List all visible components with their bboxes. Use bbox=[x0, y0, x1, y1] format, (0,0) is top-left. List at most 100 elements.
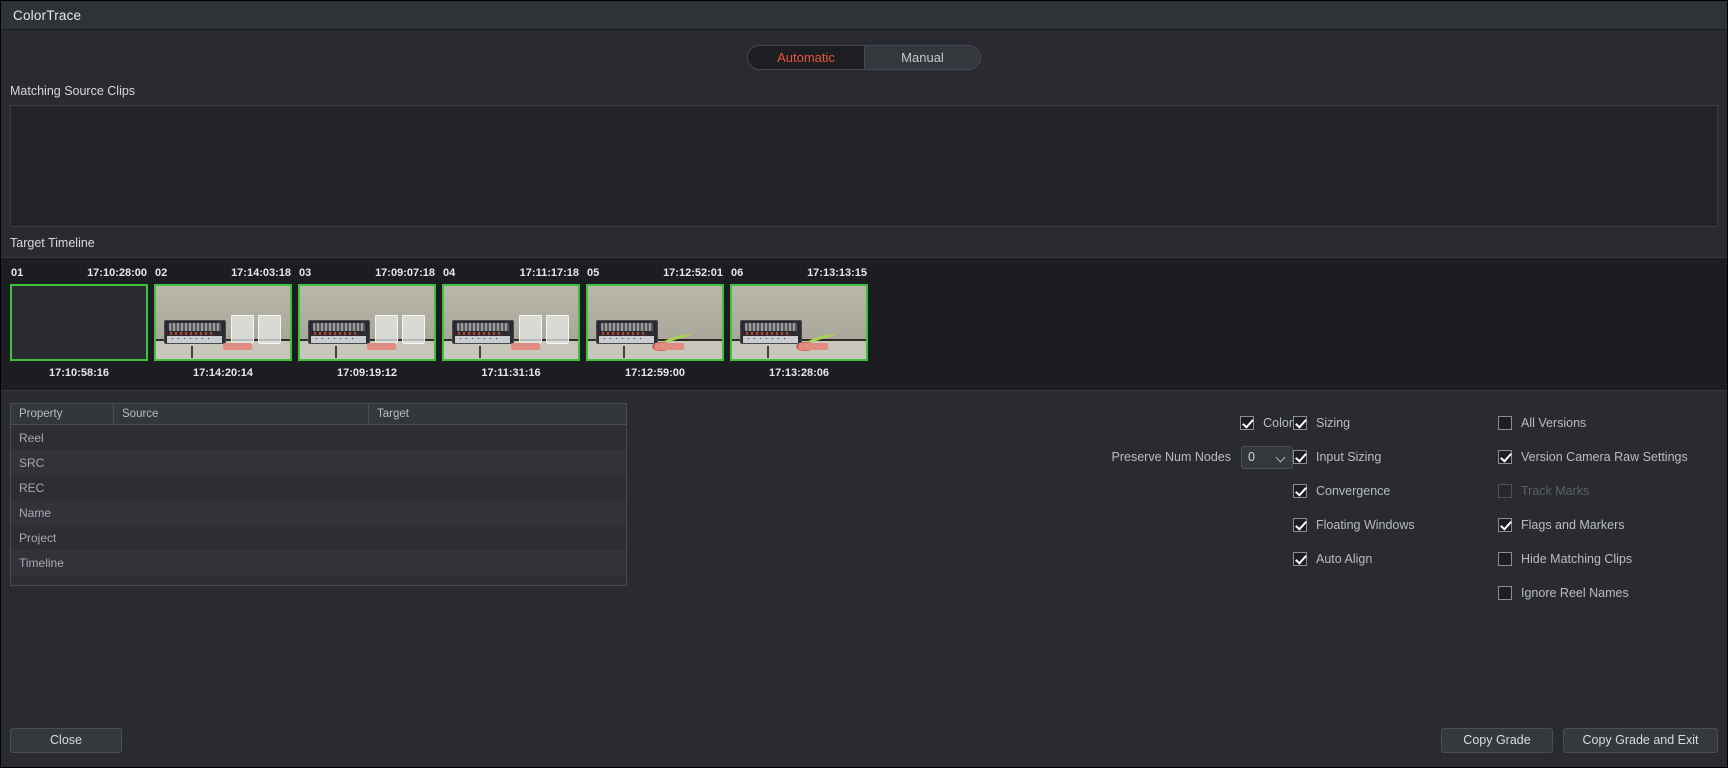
checkbox-version-camera-raw-settings[interactable] bbox=[1498, 450, 1512, 464]
timeline-clip[interactable]: 03 17:09:07:18 17:09:19:12 bbox=[298, 267, 436, 390]
table-cell-property: Timeline bbox=[19, 555, 64, 570]
checkbox-row[interactable]: Version Camera Raw Settings bbox=[1498, 440, 1708, 474]
lower-area: Property Source Target Reel SRC REC Name Pro… bbox=[1, 391, 1727, 713]
clip-timecode-row: 06 17:13:13:15 bbox=[730, 267, 868, 279]
checkbox-label-ignore-reel-names: Ignore Reel Names bbox=[1521, 586, 1629, 600]
checkbox-input-sizing[interactable] bbox=[1293, 450, 1307, 464]
table-cell-property: Name bbox=[19, 505, 52, 520]
clip-timecode-out: 17:10:58:16 bbox=[49, 367, 109, 379]
clip-timecode-out: 17:11:31:16 bbox=[481, 367, 541, 379]
clip-timecode-in: 17:10:28:00 bbox=[87, 267, 147, 279]
checkbox-label-auto-align: Auto Align bbox=[1316, 552, 1373, 566]
checkbox-flags-and-markers[interactable] bbox=[1498, 518, 1512, 532]
copy-grade-button[interactable]: Copy Grade bbox=[1441, 727, 1553, 753]
preserve-num-nodes-row: Preserve Num Nodes 0 bbox=[1112, 440, 1293, 474]
checkbox-row[interactable]: Auto Align bbox=[1293, 542, 1498, 576]
table-row[interactable]: Name bbox=[11, 500, 626, 525]
timeline-clip[interactable]: 02 17:14:03:18 17:14:20:14 bbox=[154, 267, 292, 390]
checkbox-row[interactable]: Sizing bbox=[1293, 406, 1498, 440]
timeline-clip[interactable]: 01 17:10:28:00 17:10:58:16 bbox=[10, 267, 148, 390]
clip-thumbnail-image bbox=[444, 286, 578, 359]
table-cell-property: Project bbox=[19, 530, 57, 545]
preserve-num-nodes-select[interactable]: 0 bbox=[1241, 445, 1293, 469]
copy-grade-and-exit-button[interactable]: Copy Grade and Exit bbox=[1563, 727, 1718, 753]
clip-timecode-in: 17:09:07:18 bbox=[375, 267, 435, 279]
column-header-property: Property bbox=[11, 404, 114, 424]
clip-thumbnail[interactable] bbox=[298, 284, 436, 361]
target-timeline-strip[interactable]: 01 17:10:28:00 17:10:58:16 02 17:14:03:18 17:… bbox=[1, 257, 1727, 391]
clip-thumbnail[interactable] bbox=[154, 284, 292, 361]
checkbox-color[interactable] bbox=[1240, 416, 1255, 430]
checkbox-label-track-marks: Track Marks bbox=[1521, 484, 1590, 498]
checkbox-row[interactable]: Floating Windows bbox=[1293, 508, 1498, 542]
checkbox-row[interactable]: Convergence bbox=[1293, 474, 1498, 508]
clip-timecode-row: 03 17:09:07:18 bbox=[298, 267, 436, 279]
timeline-clip[interactable]: 06 17:13:13:15 17:13:28:06 bbox=[730, 267, 868, 390]
clip-thumbnail[interactable] bbox=[10, 284, 148, 361]
clip-index: 02 bbox=[155, 267, 168, 279]
checkbox-track-marks bbox=[1498, 484, 1512, 498]
matching-source-clips-panel[interactable] bbox=[10, 105, 1718, 227]
table-row[interactable]: SRC bbox=[11, 450, 626, 475]
checkbox-floating-windows[interactable] bbox=[1293, 518, 1307, 532]
clip-thumbnail-empty bbox=[12, 286, 146, 359]
checkbox-sizing[interactable] bbox=[1293, 416, 1307, 430]
checkbox-label-all-versions: All Versions bbox=[1521, 416, 1587, 430]
clip-timecode-in: 17:14:03:18 bbox=[231, 267, 291, 279]
clip-thumbnail-image bbox=[588, 286, 722, 359]
options-column-left: Color Preserve Num Nodes 0 bbox=[1063, 403, 1293, 713]
clip-timecode-out: 17:09:19:12 bbox=[337, 367, 397, 379]
clip-thumbnail-image bbox=[300, 286, 434, 359]
table-cell-property: Reel bbox=[19, 430, 44, 445]
options-column-middle: Sizing Input Sizing Convergence Floating Wi… bbox=[1293, 403, 1498, 713]
checkbox-row[interactable]: Flags and Markers bbox=[1498, 508, 1708, 542]
options-column-right: All Versions Version Camera Raw Settings T… bbox=[1498, 403, 1708, 713]
target-timeline-label: Target Timeline bbox=[10, 236, 95, 250]
timeline-clip[interactable]: 04 17:11:17:18 17:11:31:16 bbox=[442, 267, 580, 390]
checkbox-ignore-reel-names[interactable] bbox=[1498, 586, 1512, 600]
options-area: Color Preserve Num Nodes 0 Sizing Input S… bbox=[627, 403, 1718, 713]
clip-thumbnail[interactable] bbox=[442, 284, 580, 361]
clip-timecode-out: 17:12:59:00 bbox=[625, 367, 685, 379]
property-table-header: Property Source Target bbox=[11, 404, 626, 425]
checkbox-label-floating-windows: Floating Windows bbox=[1316, 518, 1415, 532]
checkbox-label-version-camera-raw-settings: Version Camera Raw Settings bbox=[1521, 450, 1688, 464]
checkbox-auto-align[interactable] bbox=[1293, 552, 1307, 566]
clip-timecode-row: 02 17:14:03:18 bbox=[154, 267, 292, 279]
mode-segmented-control[interactable]: Automatic Manual bbox=[747, 44, 981, 70]
checkbox-row[interactable]: Hide Matching Clips bbox=[1498, 542, 1708, 576]
checkbox-row[interactable]: All Versions bbox=[1498, 406, 1708, 440]
clip-thumbnail[interactable] bbox=[730, 284, 868, 361]
clip-index: 03 bbox=[299, 267, 312, 279]
clip-thumbnail[interactable] bbox=[586, 284, 724, 361]
table-row[interactable]: Timeline bbox=[11, 550, 626, 575]
checkbox-row: Track Marks bbox=[1498, 474, 1708, 508]
checkbox-row[interactable]: Ignore Reel Names bbox=[1498, 576, 1708, 610]
clip-timecode-row: 01 17:10:28:00 bbox=[10, 267, 148, 279]
checkbox-row-color[interactable]: Color bbox=[1240, 406, 1293, 440]
timeline-clip[interactable]: 05 17:12:52:01 17:12:59:00 bbox=[586, 267, 724, 390]
checkbox-convergence[interactable] bbox=[1293, 484, 1307, 498]
mode-tabs-row: Automatic Manual bbox=[1, 30, 1727, 84]
table-cell-property: SRC bbox=[19, 455, 45, 470]
clip-timecode-out: 17:14:20:14 bbox=[193, 367, 253, 379]
checkbox-all-versions[interactable] bbox=[1498, 416, 1512, 430]
clip-timecode-in: 17:11:17:18 bbox=[519, 267, 579, 279]
checkbox-row[interactable]: Input Sizing bbox=[1293, 440, 1498, 474]
matching-source-clips-label: Matching Source Clips bbox=[10, 84, 136, 98]
checkbox-hide-matching-clips[interactable] bbox=[1498, 552, 1512, 566]
clip-thumbnail-image bbox=[732, 286, 866, 359]
column-header-target: Target bbox=[377, 408, 409, 420]
property-table-body: Reel SRC REC Name Project Timeline bbox=[11, 425, 626, 575]
close-button[interactable]: Close bbox=[10, 727, 122, 753]
window-titlebar: ColorTrace bbox=[1, 1, 1727, 30]
checkbox-label-hide-matching-clips: Hide Matching Clips bbox=[1521, 552, 1633, 566]
tab-manual[interactable]: Manual bbox=[864, 45, 980, 69]
clip-timecode-in: 17:12:52:01 bbox=[663, 267, 723, 279]
property-table[interactable]: Property Source Target Reel SRC REC Name Pro… bbox=[10, 403, 627, 586]
clip-index: 06 bbox=[731, 267, 744, 279]
table-row[interactable]: Reel bbox=[11, 425, 626, 450]
table-row[interactable]: Project bbox=[11, 525, 626, 550]
tab-automatic[interactable]: Automatic bbox=[748, 45, 864, 69]
table-row[interactable]: REC bbox=[11, 475, 626, 500]
